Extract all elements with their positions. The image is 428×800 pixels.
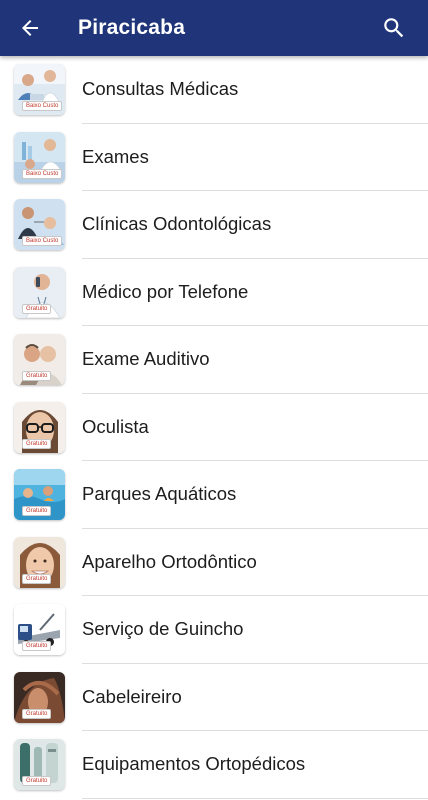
list-item-label: Cabeleireiro [82,685,182,707]
list-item-label: Exame Auditivo [82,348,210,369]
list-item-exame-auditivo[interactable]: Gratuito Exame Auditivo [0,326,428,394]
tow-truck-icon: Gratuito [14,604,65,655]
lab-exam-icon: Baixo Custo [14,131,65,183]
app-bar: Piracicaba [0,0,428,56]
thumb-badge: Baixo Custo [22,236,63,246]
list-item-servico-de-guincho[interactable]: Gratuito Serviço de Guincho [0,596,428,664]
list-item-medico-por-telefone[interactable]: Gratuito Médico por Telefone [0,259,428,327]
thumb-badge: Gratuito [22,641,52,651]
hearing-exam-icon: Gratuito [14,334,65,385]
app-screen: Piracicaba Baixo Custo Consultas Médicas… [0,0,428,800]
list-item-label: Médico por Telefone [82,280,249,302]
thumb-badge: Gratuito [22,303,52,314]
list-item-label: Parques Aquáticos [82,483,237,504]
thumb-badge: Gratuito [22,708,52,719]
glasses-icon: Gratuito [14,401,65,453]
orthopedic-equipment-icon: Gratuito [14,739,65,790]
phone-doctor-icon: Gratuito [14,266,65,318]
thumb-badge: Gratuito [22,371,52,381]
hairdresser-icon: Gratuito [14,671,65,723]
list-item-oculista[interactable]: Gratuito Oculista [0,394,428,462]
thumb-badge: Baixo Custo [22,168,63,179]
list-item-label: Exames [82,145,149,167]
dentist-icon: Baixo Custo [14,199,65,250]
list-item-equipamentos-ortopedicos[interactable]: Gratuito Equipamentos Ortopédicos [0,731,428,799]
braces-smile-icon: Gratuito [14,536,65,588]
back-button[interactable] [6,4,54,52]
list-item-clinicas-odontologicas[interactable]: Baixo Custo Clínicas Odontológicas [0,191,428,259]
search-icon [384,18,404,38]
arrow-left-icon [22,20,38,36]
water-park-icon: Gratuito [14,469,65,520]
list-item-parques-aquaticos[interactable]: Gratuito Parques Aquáticos [0,461,428,529]
list-item-consultas-medicas[interactable]: Baixo Custo Consultas Médicas [0,56,428,124]
list-item-label: Aparelho Ortodôntico [82,550,257,572]
list-item-label: Equipamentos Ortopédicos [82,753,306,774]
page-title: Piracicaba [78,16,186,39]
list-item-cabeleireiro[interactable]: Gratuito Cabeleireiro [0,664,428,732]
category-list: Baixo Custo Consultas Médicas Baixo Cust… [0,56,428,799]
list-item-label: Serviço de Guincho [82,618,244,639]
thumb-badge: Gratuito [22,776,52,786]
doctor-consultation-icon: Baixo Custo [14,64,65,115]
search-button[interactable] [370,4,418,52]
list-item-label: Clínicas Odontológicas [82,213,272,234]
list-item-label: Oculista [82,415,149,437]
thumb-badge: Gratuito [22,506,52,516]
list-item-label: Consultas Médicas [82,78,239,99]
list-item-aparelho-ortodontico[interactable]: Gratuito Aparelho Ortodôntico [0,529,428,597]
thumb-badge: Gratuito [22,438,52,449]
thumb-badge: Gratuito [22,573,52,584]
list-item-exames[interactable]: Baixo Custo Exames [0,124,428,192]
thumb-badge: Baixo Custo [22,101,63,111]
